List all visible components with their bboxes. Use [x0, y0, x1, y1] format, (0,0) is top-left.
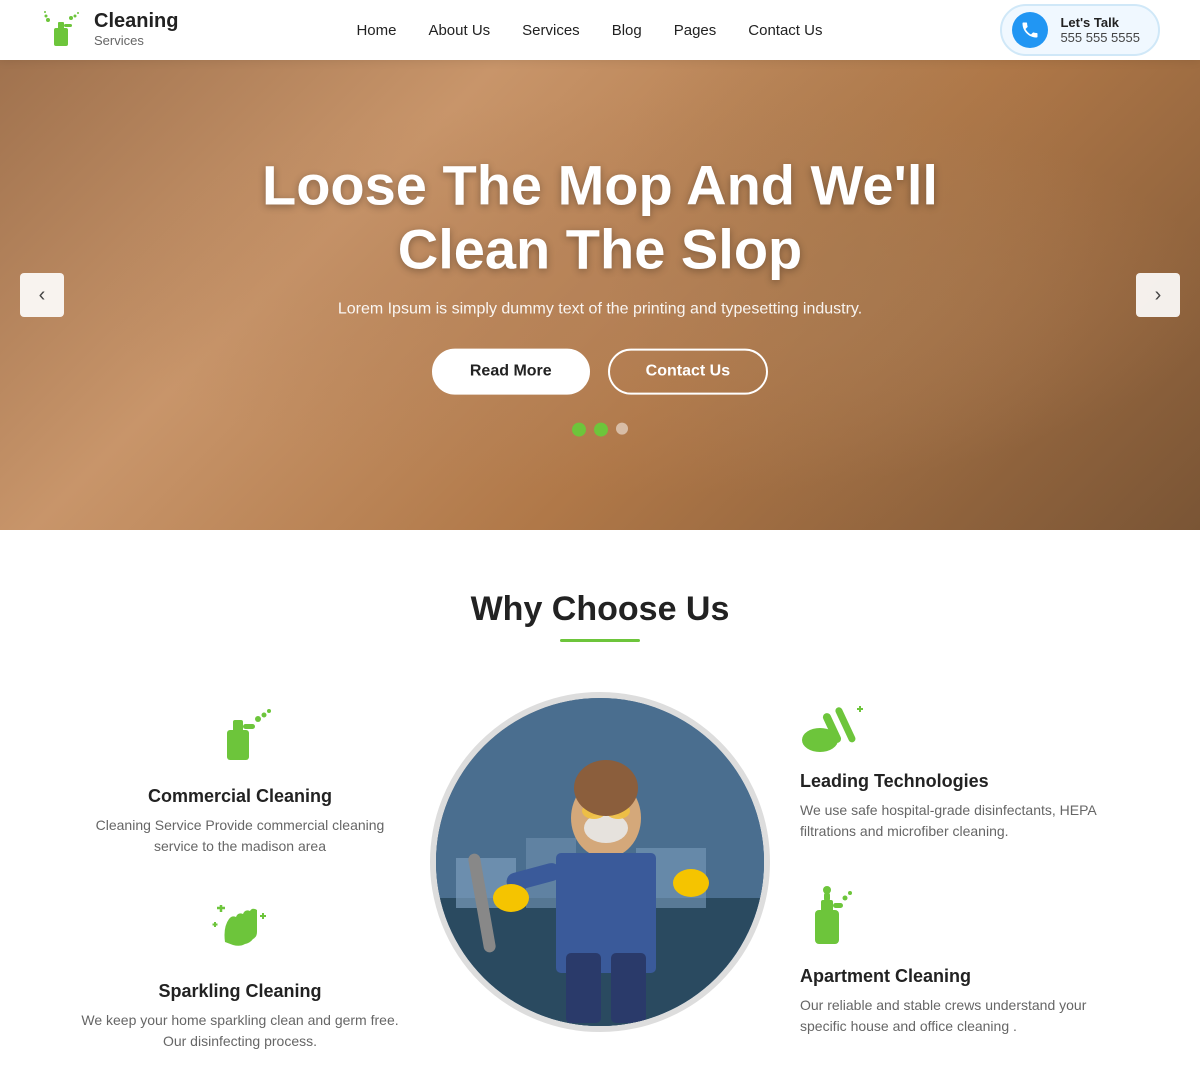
nav-about[interactable]: About Us [428, 22, 490, 39]
logo-icon [40, 8, 84, 52]
hero-heading: Loose The Mop And We'll Clean The Slop [190, 154, 1010, 283]
hero-buttons: Read More Contact Us [190, 348, 1010, 394]
hero-heading-line1: Loose The Mop And We'll [262, 154, 938, 217]
hand-sparkle-icon [80, 897, 400, 967]
why-section-title: Why Choose Us [60, 590, 1140, 629]
header-cta[interactable]: Let's Talk 555 555 5555 [1000, 4, 1160, 56]
why-grid: Commercial Cleaning Cleaning Service Pro… [60, 692, 1140, 1052]
center-image-wrapper [420, 692, 780, 1032]
why-item-technologies: Leading Technologies We use safe hospita… [780, 702, 1140, 842]
why-item-sparkling: Sparkling Cleaning We keep your home spa… [60, 897, 420, 1052]
logo[interactable]: Cleaning Services [40, 8, 178, 52]
commercial-heading: Commercial Cleaning [80, 786, 400, 807]
nav-home[interactable]: Home [356, 22, 396, 39]
technologies-text: We use safe hospital-grade disinfectants… [800, 800, 1120, 842]
hero-section: ‹ › Loose The Mop And We'll Clean The Sl… [0, 60, 1200, 530]
section-underline [560, 639, 640, 642]
cta-text: Let's Talk 555 555 5555 [1060, 15, 1140, 45]
nav-contact[interactable]: Contact Us [748, 22, 822, 39]
dot-2[interactable] [594, 422, 608, 436]
why-left-column: Commercial Cleaning Cleaning Service Pro… [60, 692, 420, 1052]
apartment-heading: Apartment Cleaning [800, 966, 1120, 987]
broom-tech-icon [800, 702, 1120, 757]
center-circle-image [430, 692, 770, 1032]
brand-sub: Services [94, 33, 144, 48]
hero-heading-line2: Clean The Slop [398, 218, 803, 281]
nav-services[interactable]: Services [522, 22, 580, 39]
bottle-apartment-icon [800, 882, 1120, 952]
spray-bottle-icon [80, 702, 400, 772]
sparkling-text: We keep your home sparkling clean and ge… [80, 1010, 400, 1052]
nav-blog[interactable]: Blog [612, 22, 642, 39]
main-nav: Home About Us Services Blog Pages Contac… [356, 22, 822, 39]
nav-pages[interactable]: Pages [674, 22, 717, 39]
contact-us-button[interactable]: Contact Us [608, 348, 768, 394]
dot-1[interactable] [572, 422, 586, 436]
worker-image-sim [436, 698, 764, 1026]
why-choose-us-section: Why Choose Us Commercial Cleaning [0, 530, 1200, 1092]
read-more-button[interactable]: Read More [432, 348, 590, 394]
technologies-heading: Leading Technologies [800, 771, 1120, 792]
sparkling-heading: Sparkling Cleaning [80, 981, 400, 1002]
site-header: Cleaning Services Home About Us Services… [0, 0, 1200, 60]
hero-dots [190, 422, 1010, 436]
hero-subtext: Lorem Ipsum is simply dummy text of the … [190, 300, 1010, 318]
why-right-column: Leading Technologies We use safe hospita… [780, 692, 1140, 1037]
why-item-apartment: Apartment Cleaning Our reliable and stab… [780, 882, 1140, 1037]
apartment-text: Our reliable and stable crews understand… [800, 995, 1120, 1037]
commercial-text: Cleaning Service Provide commercial clea… [80, 815, 400, 857]
logo-text: Cleaning Services [94, 10, 178, 50]
dot-3[interactable] [616, 422, 628, 434]
lets-talk-label: Let's Talk [1060, 15, 1140, 30]
phone-icon [1012, 12, 1048, 48]
why-item-commercial: Commercial Cleaning Cleaning Service Pro… [60, 702, 420, 857]
hero-prev-button[interactable]: ‹ [20, 273, 64, 317]
brand-name: Cleaning [94, 10, 178, 32]
hero-next-button[interactable]: › [1136, 273, 1180, 317]
hero-content: Loose The Mop And We'll Clean The Slop L… [190, 154, 1010, 437]
phone-number: 555 555 5555 [1060, 30, 1140, 45]
